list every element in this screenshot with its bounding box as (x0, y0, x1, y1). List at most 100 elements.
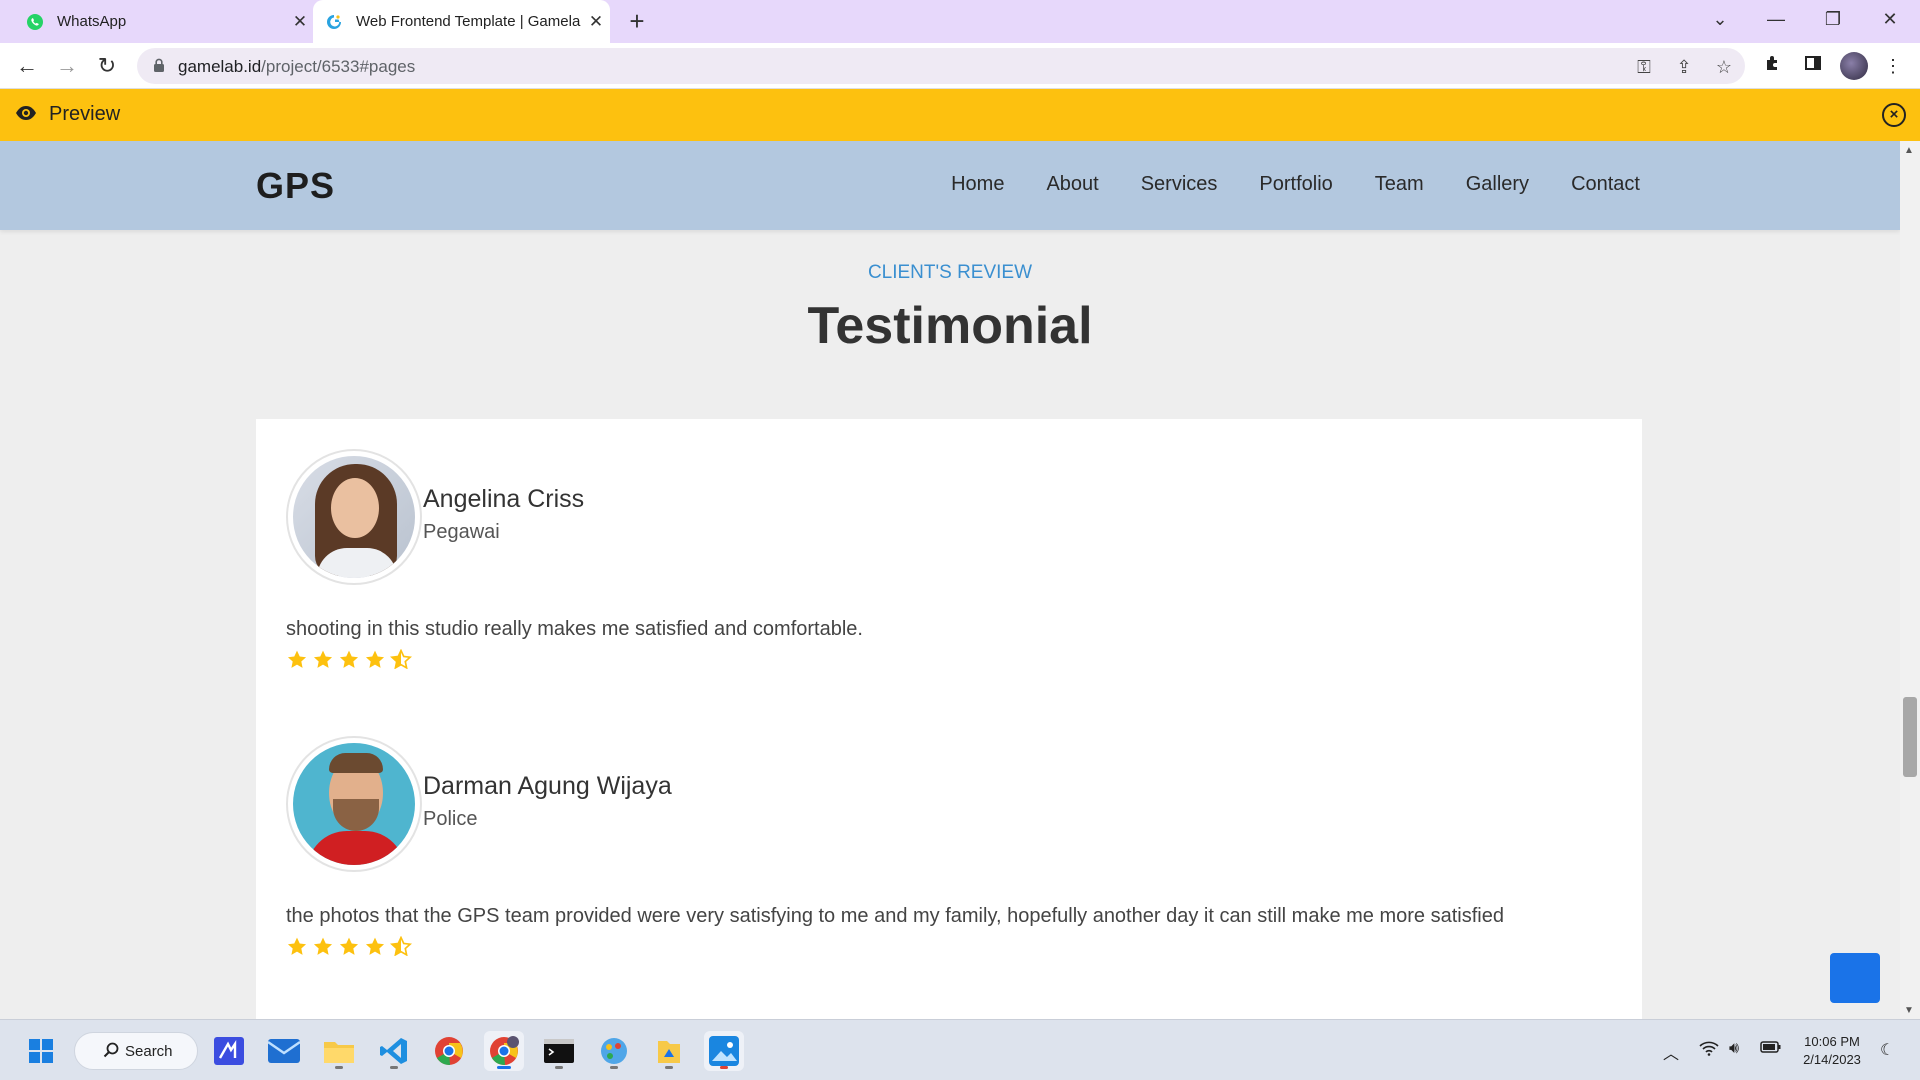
nav-portfolio[interactable]: Portfolio (1259, 173, 1332, 196)
nav-home[interactable]: Home (951, 173, 1004, 196)
extensions-icon[interactable] (1760, 53, 1786, 79)
brand-logo[interactable]: GPS (256, 165, 335, 207)
system-clock[interactable]: 10:06 PM 2/14/2023 (1796, 1033, 1868, 1069)
reviewer-photo (286, 736, 422, 872)
nav-contact[interactable]: Contact (1571, 173, 1640, 196)
start-windows-icon[interactable] (21, 1031, 61, 1071)
running-indicator (610, 1066, 618, 1069)
running-indicator (390, 1066, 398, 1069)
tab-gamelab[interactable]: Web Frontend Template | Gamela ✕ (313, 0, 610, 43)
reviewer-name: Angelina Criss (423, 485, 585, 513)
address-toolbar: ← → ↻ gamelab.id/project/6533#pages ⚿ ⇪ … (0, 43, 1920, 89)
reviewer-name: Darman Agung Wijaya (423, 772, 672, 800)
site-navbar: GPS Home About Services Portfolio Team G… (0, 141, 1900, 230)
nav-gallery[interactable]: Gallery (1466, 173, 1529, 196)
lock-icon (153, 58, 165, 78)
battery-icon[interactable] (1760, 1040, 1782, 1059)
page-scrollbar[interactable] (1900, 141, 1920, 1019)
section-title: Testimonial (807, 297, 1093, 355)
url-text: gamelab.id/project/6533#pages (178, 57, 415, 77)
scrollbar-thumb[interactable] (1903, 697, 1917, 777)
section-eyebrow: CLIENT'S REVIEW (867, 262, 1033, 283)
forward-icon[interactable]: → (52, 51, 82, 81)
star-full-icon (339, 937, 359, 955)
star-full-icon (365, 937, 385, 955)
running-indicator (555, 1066, 563, 1069)
tab-strip: WhatsApp ✕ Web Frontend Template | Gamel… (0, 0, 1920, 43)
testimonial-card: Angelina Criss Pegawai shooting in this … (256, 419, 1642, 1019)
taskbar-search[interactable]: Search (74, 1032, 198, 1070)
preview-label: Preview (49, 103, 121, 125)
site-viewport: GPS Home About Services Portfolio Team G… (0, 141, 1900, 1019)
profile-avatar[interactable] (1840, 52, 1868, 80)
minimize-button[interactable]: — (1748, 0, 1804, 40)
gamelab-icon (325, 13, 343, 31)
reload-icon[interactable]: ↻ (92, 51, 122, 81)
paint-app-icon[interactable] (594, 1031, 634, 1071)
windows-taskbar: Search ︿ 🔊︎ 10:06 PM 2/14/2023 ☾ (0, 1019, 1920, 1080)
terminal-icon[interactable] (539, 1031, 579, 1071)
star-full-icon (287, 650, 307, 668)
reviewer-photo (286, 449, 422, 585)
restore-button[interactable]: ❐ (1805, 0, 1861, 40)
menu-kebab-icon[interactable]: ⋮ (1880, 53, 1906, 79)
file-explorer-icon[interactable] (319, 1031, 359, 1071)
chevron-up-icon[interactable]: ︿ (1663, 1040, 1679, 1064)
tab-search-icon[interactable]: ⌄ (1692, 0, 1748, 40)
photos-app-icon[interactable] (704, 1031, 744, 1071)
volume-icon[interactable]: 🔊︎ (1729, 1040, 1739, 1058)
close-window-button[interactable]: ✕ (1862, 0, 1918, 40)
running-indicator (335, 1066, 343, 1069)
rating-stars (286, 649, 416, 669)
share-icon[interactable]: ⇪ (1672, 55, 1696, 79)
scroll-down-arrow-icon[interactable]: ▼ (1904, 1005, 1914, 1016)
notification-moon-icon[interactable]: ☾ (1880, 1040, 1894, 1060)
drive-app-icon[interactable] (649, 1031, 689, 1071)
url-path: /project/6533#pages (261, 57, 416, 76)
close-icon[interactable]: ✕ (286, 12, 314, 32)
floating-action-button[interactable] (1830, 953, 1880, 1003)
tab-title: Web Frontend Template | Gamela (356, 13, 581, 30)
nav-services[interactable]: Services (1141, 173, 1218, 196)
clock-time: 10:06 PM (1804, 1034, 1860, 1049)
star-half-icon (390, 649, 412, 669)
tab-title: WhatsApp (57, 13, 127, 30)
search-icon (103, 1042, 119, 1063)
nav-links: Home About Services Portfolio Team Galle… (909, 173, 1640, 196)
star-full-icon (313, 650, 333, 668)
search-label: Search (125, 1043, 173, 1060)
close-icon[interactable]: ✕ (582, 12, 610, 32)
preview-bar: Preview × (0, 89, 1920, 141)
running-indicator (720, 1066, 728, 1069)
side-panel-icon[interactable] (1800, 53, 1826, 79)
active-indicator (497, 1066, 511, 1069)
bookmark-star-icon[interactable]: ☆ (1712, 55, 1736, 79)
whatsapp-icon (26, 13, 44, 31)
address-bar[interactable]: gamelab.id/project/6533#pages ⚿ ⇪ ☆ (137, 48, 1745, 84)
wifi-icon[interactable] (1699, 1040, 1719, 1061)
reviewer-role: Pegawai (423, 521, 500, 543)
review-text: the photos that the GPS team provided we… (286, 905, 1504, 927)
close-preview-icon[interactable]: × (1882, 103, 1906, 127)
running-indicator (665, 1066, 673, 1069)
nav-about[interactable]: About (1046, 173, 1098, 196)
url-domain: gamelab.id (178, 57, 262, 76)
back-icon[interactable]: ← (12, 51, 42, 81)
tab-whatsapp[interactable]: WhatsApp ✕ (14, 0, 314, 43)
rating-stars (286, 936, 416, 956)
star-full-icon (365, 650, 385, 668)
scroll-up-arrow-icon[interactable]: ▲ (1904, 145, 1914, 156)
new-tab-button[interactable]: + (622, 6, 652, 36)
mail-icon[interactable] (264, 1031, 304, 1071)
chrome-profile-icon[interactable] (484, 1031, 524, 1071)
star-full-icon (339, 650, 359, 668)
key-icon[interactable]: ⚿ (1632, 55, 1656, 79)
nav-team[interactable]: Team (1375, 173, 1424, 196)
app-launcher-icon[interactable] (209, 1031, 249, 1071)
clock-date: 2/14/2023 (1803, 1052, 1861, 1067)
chrome-icon[interactable] (429, 1031, 469, 1071)
reviewer-role: Police (423, 808, 478, 830)
star-full-icon (313, 937, 333, 955)
vscode-icon[interactable] (374, 1031, 414, 1071)
eye-icon (15, 105, 37, 126)
